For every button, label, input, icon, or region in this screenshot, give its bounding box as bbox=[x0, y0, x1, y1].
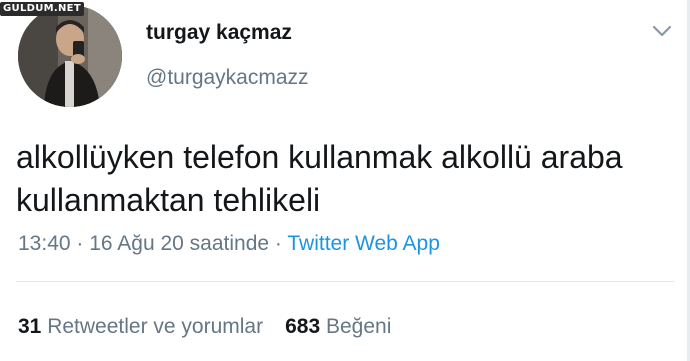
tweet-line-1: alkollüyken telefon kullanmak alkollü ar… bbox=[16, 139, 623, 175]
meta-separator: · bbox=[70, 232, 90, 255]
profile-photo bbox=[18, 5, 122, 107]
retweets-label: Retweetler ve yorumlar bbox=[47, 315, 264, 338]
likes-label: Beğeni bbox=[326, 315, 392, 338]
display-name[interactable]: turgay kaçmaz bbox=[146, 21, 292, 45]
meta-separator: · bbox=[269, 232, 288, 255]
tweet-date[interactable]: 16 Ağu 20 saatinde bbox=[89, 232, 269, 255]
chevron-down-icon[interactable] bbox=[650, 22, 674, 40]
tweet-time[interactable]: 13:40 bbox=[18, 232, 71, 255]
tweet-source-link[interactable]: Twitter Web App bbox=[287, 232, 440, 255]
tweet-stats: 31 Retweetler ve yorumlar 683 Beğeni bbox=[18, 315, 391, 339]
avatar[interactable] bbox=[18, 5, 122, 107]
retweets-count: 31 bbox=[18, 315, 42, 338]
watermark-logo: GULDUM.NET bbox=[0, 2, 84, 16]
tweet-text: alkollüyken telefon kullanmak alkollü ar… bbox=[16, 136, 676, 222]
divider bbox=[16, 281, 674, 282]
tweet-meta: 13:40 · 16 Ağu 20 saatinde · Twitter Web… bbox=[18, 232, 440, 256]
tweet-line-2: kullanmaktan tehlikeli bbox=[16, 182, 321, 218]
likes-stat[interactable]: 683 Beğeni bbox=[285, 315, 391, 338]
likes-count: 683 bbox=[285, 315, 321, 338]
user-handle[interactable]: @turgaykacmazz bbox=[146, 66, 309, 90]
retweets-stat[interactable]: 31 Retweetler ve yorumlar bbox=[18, 315, 263, 338]
